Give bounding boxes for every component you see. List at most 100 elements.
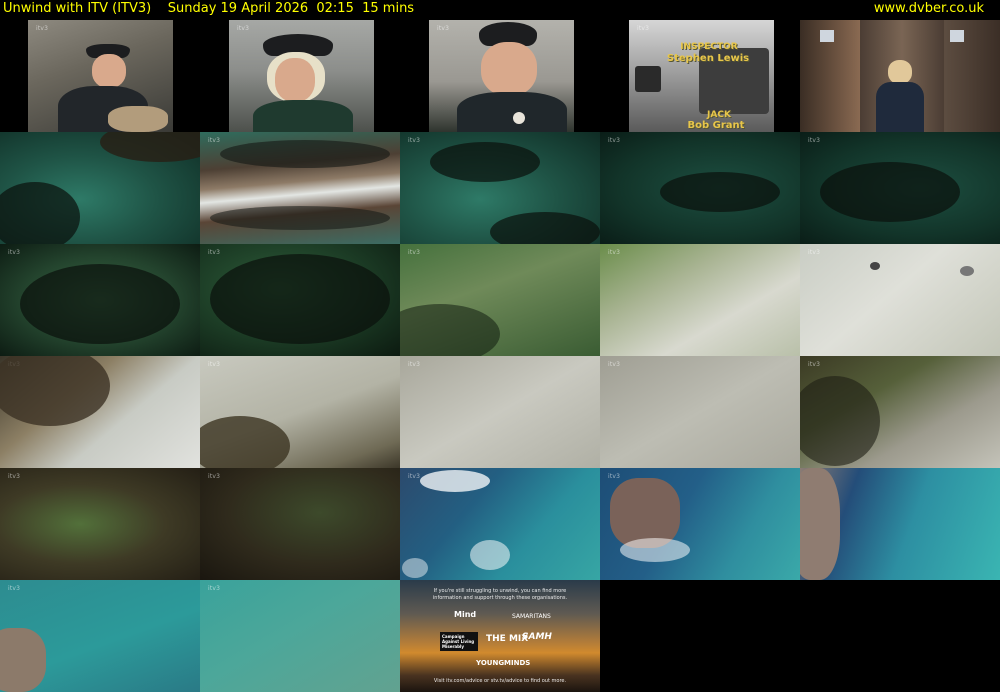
surf-shape (402, 558, 428, 578)
thumbnail-aerial-6[interactable]: itv3 (0, 244, 200, 356)
terrain-shape (100, 132, 200, 162)
channel-logo: itv3 (8, 585, 21, 592)
thumbnail-bus-interior[interactable]: itv3 (28, 20, 173, 132)
terrain-shape (800, 376, 880, 466)
thumbnail-opening-credits[interactable]: itv3 INSPECTOR Stephen Lewis JACK Bob Gr… (629, 20, 774, 132)
thumbnail-aerial-18[interactable]: itv3 (400, 468, 600, 580)
thumbnail-aerial-15[interactable]: itv3 (800, 356, 1000, 468)
programme-title: Unwind with ITV (ITV3) Sunday 19 April 2… (3, 1, 415, 16)
body-shape (253, 100, 353, 132)
terrain-shape (210, 206, 390, 230)
terrain-shape (0, 356, 110, 426)
channel-logo: itv3 (808, 249, 821, 256)
org-samaritans: SAMARITANS (512, 613, 551, 620)
channel-logo: itv3 (608, 249, 621, 256)
thumbnail-row-1: itv3 itv3 itv3 itv3 INSPECTOR Stephen Le… (0, 20, 1000, 132)
credit-name-stephen-lewis: Stephen Lewis (666, 53, 750, 64)
terrain-shape (660, 172, 780, 212)
channel-logo: itv3 (437, 25, 450, 32)
channel-logo: itv3 (408, 361, 421, 368)
thumbnail-aerial-7[interactable]: itv3 (200, 244, 400, 356)
thumbnail-aerial-21[interactable]: itv3 (0, 580, 200, 692)
channel-logo: itv3 (408, 473, 421, 480)
terrain-shape (20, 264, 180, 344)
channel-logo: itv3 (808, 361, 821, 368)
lift-sign-shape (820, 30, 834, 42)
thumbnail-aerial-13[interactable]: itv3 (400, 356, 600, 468)
thumbnail-aerial-11[interactable]: itv3 (0, 356, 200, 468)
body-shape (876, 82, 924, 132)
channel-logo: itv3 (408, 249, 421, 256)
channel-logo: itv3 (208, 249, 221, 256)
badge-shape (513, 112, 525, 124)
channel-logo: itv3 (8, 249, 21, 256)
channel-logo: itv3 (808, 137, 821, 144)
thumbnail-aerial-16[interactable]: itv3 (0, 468, 200, 580)
thumbnail-aerial-20[interactable]: itv3 (800, 468, 1000, 580)
channel-logo: itv3 (208, 585, 221, 592)
thumbnail-aerial-4[interactable]: itv3 (600, 132, 800, 244)
helpline-card[interactable]: If you're still struggling to unwind, yo… (400, 580, 600, 692)
thumbnail-aerial-1[interactable] (0, 132, 200, 244)
channel-logo: itv3 (237, 25, 250, 32)
thumbnail-aerial-17[interactable]: itv3 (200, 468, 400, 580)
surf-shape (620, 538, 690, 562)
thumbnail-aerial-5[interactable]: itv3 (800, 132, 1000, 244)
org-calm: Campaign Against Living Miserably (440, 632, 478, 651)
org-mind: Mind (454, 610, 477, 619)
site-link[interactable]: www.dvber.co.uk (874, 0, 984, 18)
thumbnail-inspector[interactable]: itv3 (429, 20, 574, 132)
terrain-shape (870, 262, 880, 270)
body-shape (457, 92, 567, 132)
terrain-shape (960, 266, 974, 276)
terrain-shape (200, 416, 290, 468)
channel-logo: itv3 (208, 473, 221, 480)
thumbnail-aerial-2[interactable]: itv3 (200, 132, 400, 244)
rock-shape (800, 468, 840, 580)
terrain-shape (400, 304, 500, 356)
terrain-shape (0, 182, 80, 244)
lift-sign-shape (950, 30, 964, 42)
car-shape (635, 66, 661, 92)
terrain-shape (490, 212, 600, 244)
face-shape (481, 42, 537, 96)
channel-logo: itv3 (36, 25, 49, 32)
channel-logo: itv3 (8, 473, 21, 480)
terrain-shape (820, 162, 960, 222)
thumbnail-lift-doors[interactable] (800, 20, 1000, 132)
thumbnail-aerial-8[interactable]: itv3 (400, 244, 600, 356)
bag-shape (108, 106, 168, 132)
channel-logo: itv3 (608, 361, 621, 368)
org-youngminds: YOUNGMINDS (476, 659, 531, 667)
thumbnail-conductor[interactable]: itv3 (229, 20, 374, 132)
face-shape (92, 54, 126, 88)
thumbnail-aerial-14[interactable]: itv3 (600, 356, 800, 468)
channel-logo: itv3 (608, 473, 621, 480)
helpline-intro: If you're still struggling to unwind, yo… (432, 588, 568, 601)
terrain-shape (210, 254, 390, 344)
thumbnail-aerial-19[interactable]: itv3 (600, 468, 800, 580)
helpline-footer: Visit itv.com/advice or stv.tv/advice to… (433, 678, 567, 684)
thumbnail-aerial-10[interactable]: itv3 (800, 244, 1000, 356)
header-bar: Unwind with ITV (ITV3) Sunday 19 April 2… (0, 0, 1000, 20)
rock-shape (0, 628, 46, 692)
terrain-shape (430, 142, 540, 182)
credit-role-jack: JACK (707, 110, 731, 120)
channel-logo: itv3 (608, 137, 621, 144)
credit-name-bob-grant: Bob Grant (687, 120, 745, 131)
credit-role-inspector: INSPECTOR (680, 42, 738, 52)
channel-logo: itv3 (637, 25, 650, 32)
org-samh: SAMH (522, 632, 552, 642)
face-shape (275, 58, 315, 102)
thumbnail-aerial-22[interactable]: itv3 (200, 580, 400, 692)
thumbnail-aerial-12[interactable]: itv3 (200, 356, 400, 468)
thumbnail-aerial-9[interactable]: itv3 (600, 244, 800, 356)
surf-shape (470, 540, 510, 570)
channel-logo: itv3 (408, 137, 421, 144)
face-shape (888, 60, 912, 84)
channel-logo: itv3 (208, 361, 221, 368)
channel-logo: itv3 (208, 137, 221, 144)
surf-shape (420, 470, 490, 492)
thumbnail-aerial-3[interactable]: itv3 (400, 132, 600, 244)
terrain-shape (220, 140, 390, 168)
